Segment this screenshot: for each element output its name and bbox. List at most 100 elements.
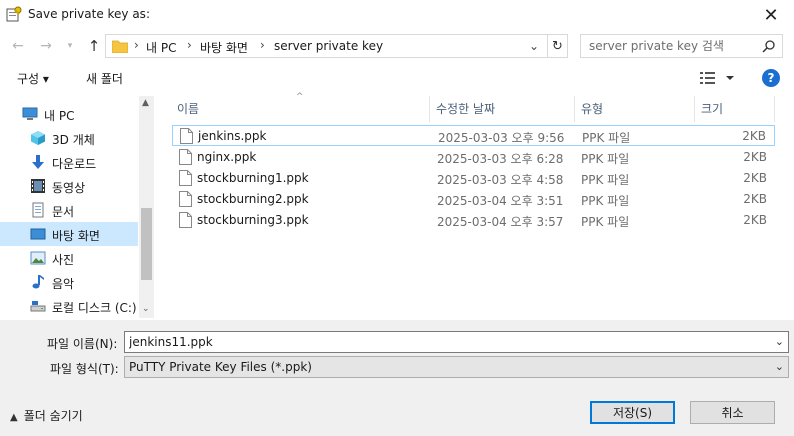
scroll-thumb[interactable] — [141, 208, 152, 280]
filename-input[interactable] — [129, 334, 759, 350]
cancel-button[interactable]: 취소 — [690, 401, 775, 424]
close-button[interactable]: ✕ — [748, 0, 794, 30]
table-row[interactable]: stockburning2.ppk 2025-03-04 오후 3:51 PPK… — [172, 189, 775, 210]
nav-item-pictures[interactable]: 사진 — [0, 246, 138, 270]
file-modified: 2025-03-03 오후 6:28 — [437, 152, 564, 166]
filetype-label: 파일 형식(T): — [50, 362, 119, 376]
file-name: stockburning1.ppk — [197, 171, 309, 185]
navigation-pane: 내 PC 3D 개체 다운로드 동영상 문서 바탕 화면 사진 음악 로컬 디스… — [0, 96, 154, 318]
drive-icon — [30, 301, 46, 312]
scroll-down-icon[interactable]: ⌄ — [142, 304, 150, 314]
nav-item-local-disk[interactable]: 로컬 디스크 (C:) — [0, 294, 138, 318]
save-options-panel: 파일 이름(N): ⌄ 파일 형식(T): PuTTY Private Key … — [0, 320, 794, 436]
table-row[interactable]: stockburning3.ppk 2025-03-04 오후 3:57 PPK… — [172, 210, 775, 231]
address-bar[interactable]: › 내 PC › 바탕 화면 › server private key ⌄ ↻ — [105, 34, 568, 58]
file-modified: 2025-03-04 오후 3:51 — [437, 194, 564, 208]
film-icon — [31, 179, 45, 193]
file-icon — [179, 212, 192, 228]
file-size: 2KB — [743, 192, 767, 206]
filetype-value: PuTTY Private Key Files (*.ppk) — [129, 360, 312, 374]
help-button[interactable]: ? — [762, 69, 780, 87]
table-row[interactable]: jenkins.ppk 2025-03-03 오후 9:56 PPK 파일 2K… — [172, 125, 775, 146]
address-dropdown-icon[interactable]: ⌄ — [526, 38, 542, 54]
file-type: PPK 파일 — [582, 131, 631, 145]
hide-folders-toggle[interactable]: ▲ 폴더 숨기기 — [10, 407, 83, 424]
save-button[interactable]: 저장(S) — [590, 401, 675, 424]
sort-ascending-icon: ^ — [296, 92, 304, 102]
file-name: stockburning2.ppk — [197, 192, 309, 206]
picture-icon — [30, 251, 46, 265]
search-box[interactable] — [580, 34, 783, 58]
file-size: 2KB — [743, 171, 767, 185]
breadcrumb-my-pc[interactable]: 내 PC — [146, 39, 176, 56]
search-input[interactable] — [589, 38, 759, 54]
arrow-left-icon: ← — [12, 38, 24, 54]
file-modified: 2025-03-03 오후 4:58 — [437, 173, 564, 187]
filename-label: 파일 이름(N): — [47, 337, 118, 351]
chevron-down-icon[interactable]: ⌄ — [775, 360, 784, 373]
nav-item-videos[interactable]: 동영상 — [0, 174, 138, 198]
refresh-button[interactable]: ↻ — [547, 35, 567, 57]
recent-locations-button[interactable]: ▾ — [60, 36, 80, 56]
music-note-icon — [32, 275, 44, 289]
breadcrumb-desktop[interactable]: 바탕 화면 — [200, 39, 248, 56]
file-size: 2KB — [743, 213, 767, 227]
file-size: 2KB — [742, 129, 766, 143]
file-list: 이름 ^ 수정한 날짜 유형 크기 jenkins.ppk 2025-03-03… — [170, 92, 778, 318]
table-row[interactable]: stockburning1.ppk 2025-03-03 오후 4:58 PPK… — [172, 168, 775, 189]
file-size: 2KB — [743, 150, 767, 164]
file-modified: 2025-03-03 오후 9:56 — [438, 131, 565, 145]
nav-item-3d-objects[interactable]: 3D 개체 — [0, 126, 138, 150]
download-arrow-icon — [32, 155, 44, 169]
desktop-icon — [30, 228, 46, 240]
table-row[interactable]: nginx.ppk 2025-03-03 오후 6:28 PPK 파일 2KB — [172, 147, 775, 168]
new-folder-button[interactable]: 새 폴더 — [86, 70, 123, 87]
arrow-right-icon: → — [40, 38, 52, 54]
back-button[interactable]: ← — [8, 36, 28, 56]
file-type: PPK 파일 — [581, 152, 630, 166]
scroll-up-icon[interactable]: ▲ — [142, 98, 149, 108]
chevron-right-icon: › — [187, 38, 192, 52]
column-header-name[interactable]: 이름 ^ — [170, 92, 429, 122]
computer-icon — [22, 107, 38, 120]
refresh-icon: ↻ — [552, 38, 563, 54]
arrow-up-icon: ↑ — [87, 37, 101, 55]
file-type: PPK 파일 — [581, 215, 630, 229]
column-header-type[interactable]: 유형 — [574, 96, 694, 122]
nav-item-documents[interactable]: 문서 — [0, 198, 138, 222]
chevron-down-icon[interactable]: ⌄ — [775, 335, 784, 348]
nav-item-music[interactable]: 음악 — [0, 270, 138, 294]
nav-scrollbar[interactable]: ▲ ⌄ — [139, 96, 154, 318]
toolbar: 구성 ▾ 새 폴더 ? — [0, 62, 794, 94]
organize-button[interactable]: 구성 ▾ — [17, 70, 49, 87]
window-title: Save private key as: — [28, 7, 150, 21]
putty-key-icon — [6, 6, 22, 22]
filetype-select[interactable]: PuTTY Private Key Files (*.ppk) ⌄ — [124, 356, 789, 378]
file-icon — [179, 149, 192, 165]
filename-combobox[interactable]: ⌄ — [124, 331, 789, 353]
document-icon — [32, 202, 44, 218]
file-name: jenkins.ppk — [198, 129, 267, 143]
view-options-icon[interactable] — [700, 70, 736, 86]
column-divider[interactable] — [774, 96, 775, 122]
nav-item-my-pc[interactable]: 내 PC — [0, 102, 138, 126]
column-header-size[interactable]: 크기 — [694, 96, 774, 122]
file-name: nginx.ppk — [197, 150, 257, 164]
nav-item-desktop[interactable]: 바탕 화면 — [0, 222, 138, 246]
folder-icon — [112, 40, 128, 53]
up-button[interactable]: ↑ — [84, 36, 104, 56]
title-bar: Save private key as: ✕ — [0, 0, 794, 30]
chevron-down-icon: ▾ — [67, 41, 73, 51]
nav-item-downloads[interactable]: 다운로드 — [0, 150, 138, 174]
forward-button[interactable]: → — [36, 36, 56, 56]
column-header-modified[interactable]: 수정한 날짜 — [429, 96, 574, 122]
file-type: PPK 파일 — [581, 173, 630, 187]
chevron-right-icon: › — [134, 38, 139, 52]
close-icon: ✕ — [763, 4, 779, 26]
help-icon: ? — [767, 71, 775, 85]
file-modified: 2025-03-04 오후 3:57 — [437, 215, 564, 229]
chevron-right-icon: › — [260, 38, 265, 52]
breadcrumb-server-private-key[interactable]: server private key — [274, 39, 383, 53]
file-icon — [179, 191, 192, 207]
file-icon — [180, 128, 193, 144]
